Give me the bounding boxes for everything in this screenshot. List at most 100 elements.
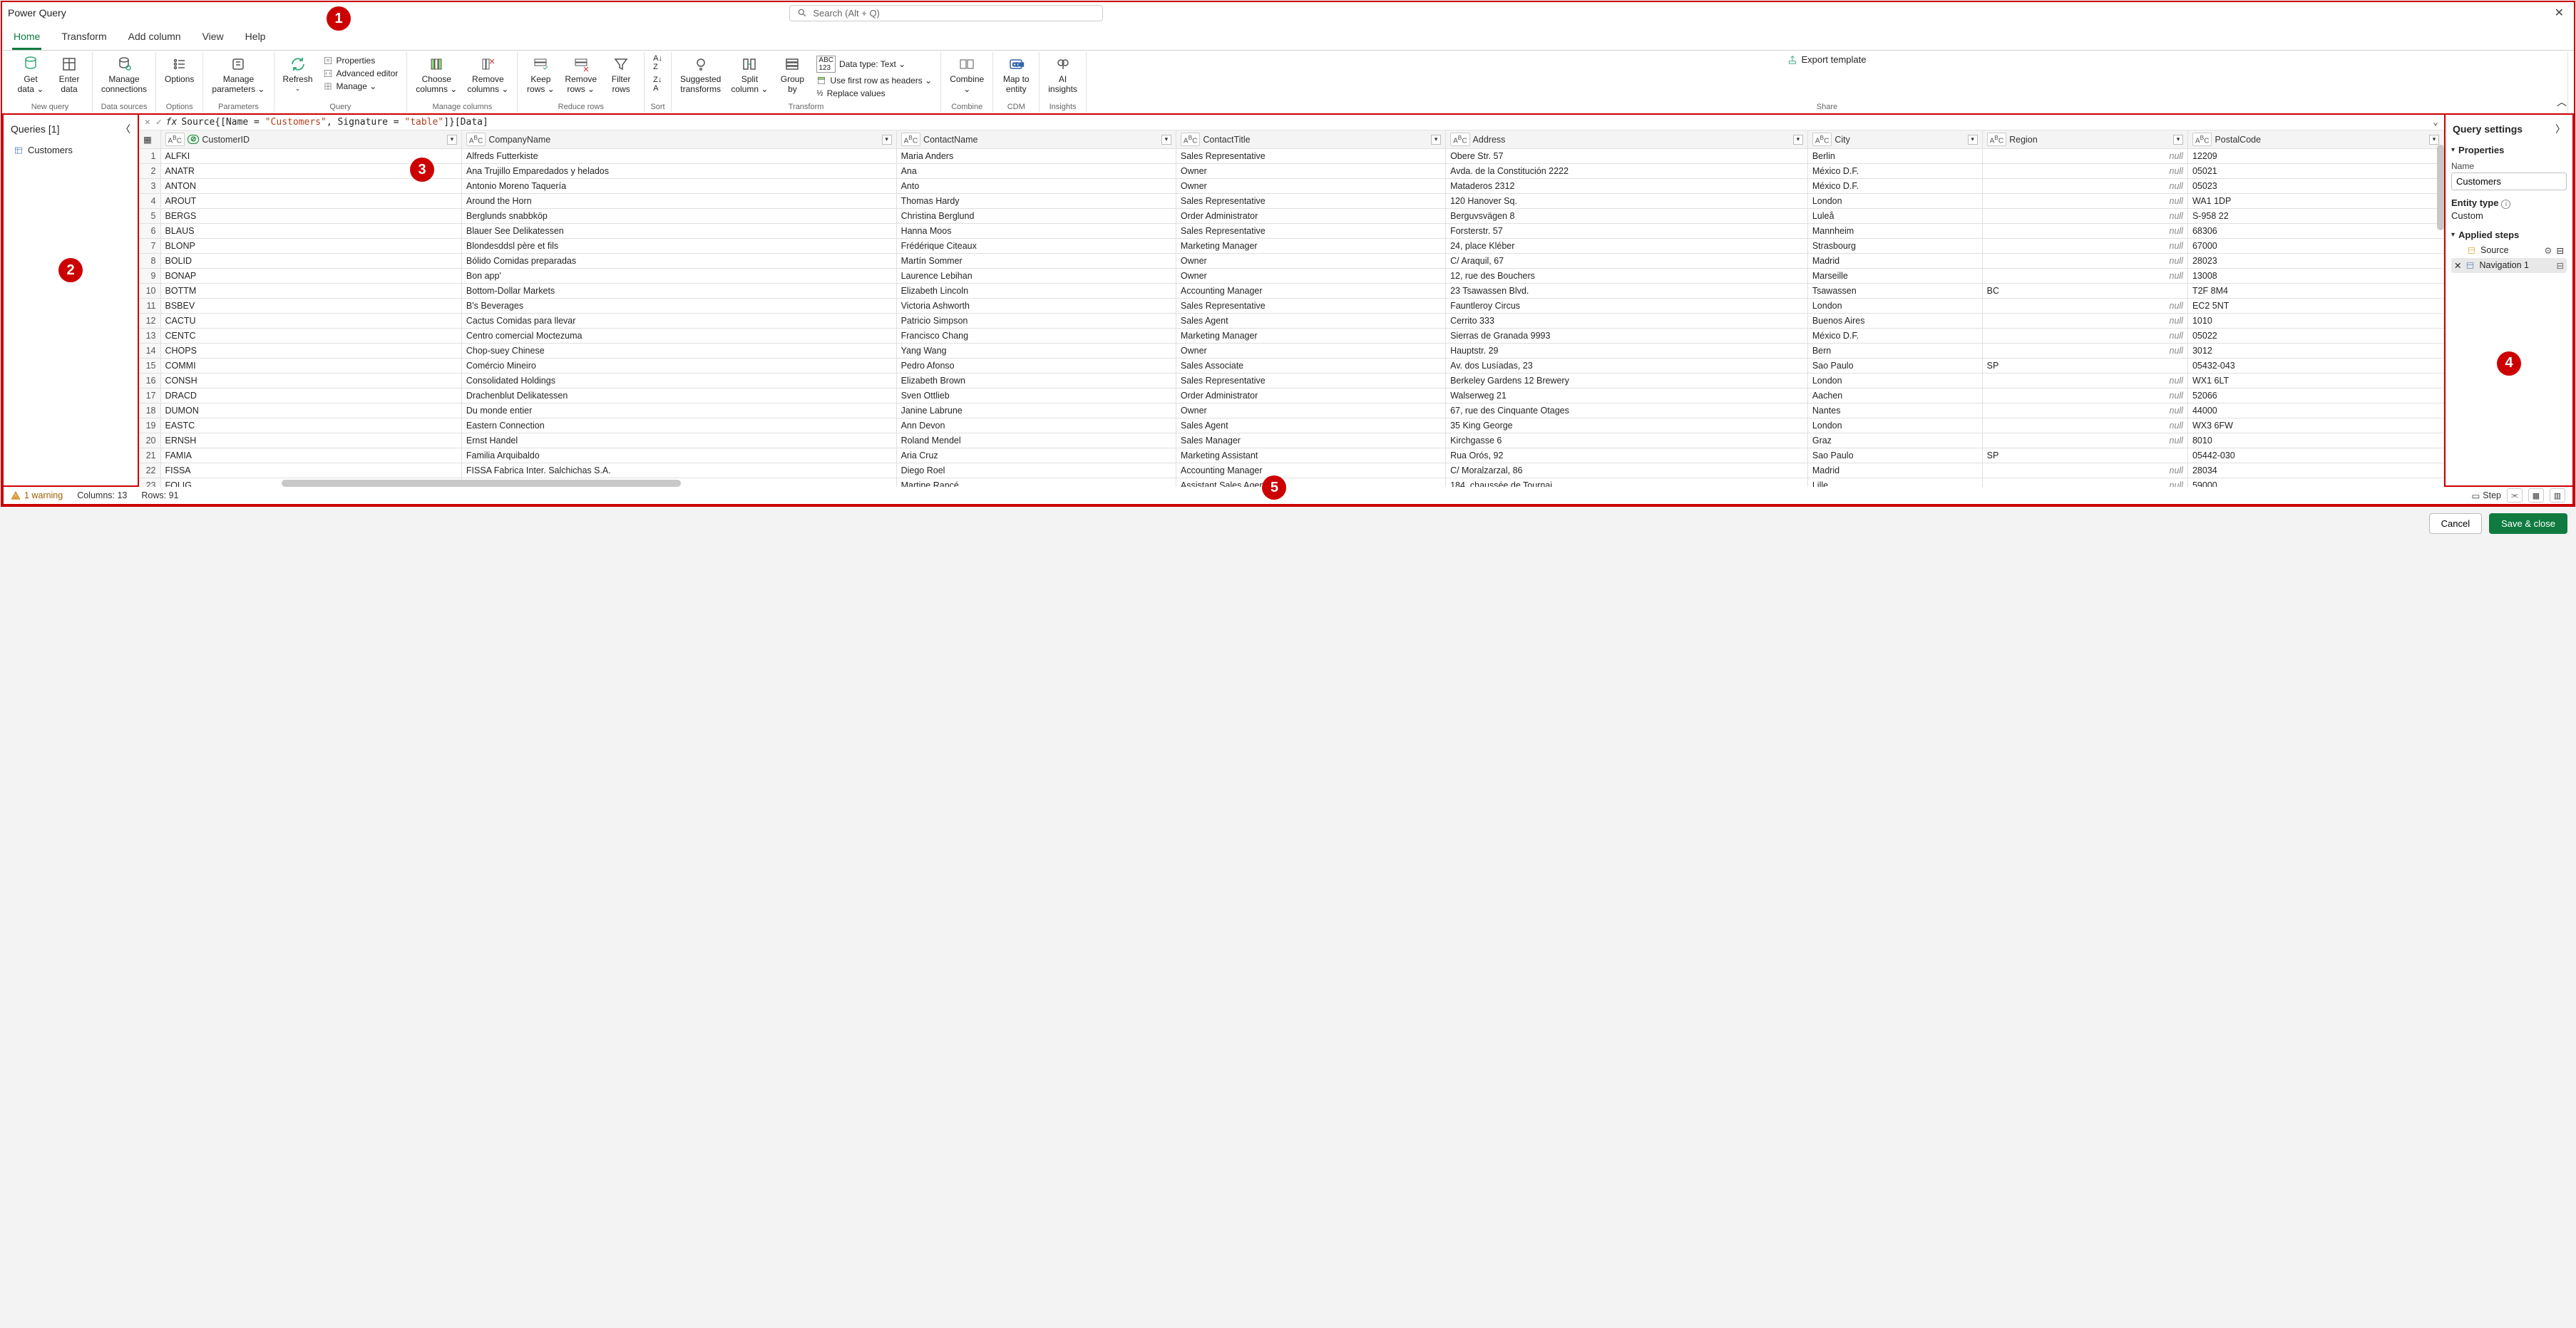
options-button[interactable]: Options — [162, 53, 197, 86]
col-customerid[interactable]: ABC⊘CustomerID▾ — [160, 130, 461, 149]
suggested-transforms-button[interactable]: Suggested transforms — [677, 53, 724, 96]
row-number[interactable]: 10 — [139, 284, 160, 299]
enter-data-button[interactable]: Enter data — [52, 53, 86, 96]
cell[interactable]: Marketing Manager — [1176, 329, 1445, 344]
cell[interactable]: Familia Arquibaldo — [461, 448, 896, 463]
cell[interactable]: null — [1982, 403, 2187, 418]
cell[interactable]: Pedro Afonso — [896, 359, 1176, 374]
query-item-customers[interactable]: Customers — [9, 142, 132, 158]
cell[interactable]: Owner — [1176, 269, 1445, 284]
cell[interactable]: null — [1982, 329, 2187, 344]
cell[interactable]: null — [1982, 239, 2187, 254]
cell[interactable]: Strasbourg — [1807, 239, 1982, 254]
table-row[interactable]: 6BLAUSBlauer See DelikatessenHanna MoosS… — [139, 224, 2444, 239]
cell[interactable]: BOLID — [160, 254, 461, 269]
table-row[interactable]: 14CHOPSChop-suey ChineseYang WangOwnerHa… — [139, 344, 2444, 359]
cell[interactable]: CACTU — [160, 314, 461, 329]
keep-rows-button[interactable]: Keep rows ⌄ — [523, 53, 558, 96]
cell[interactable]: Sales Manager — [1176, 433, 1445, 448]
get-data-button[interactable]: Get data ⌄ — [14, 53, 48, 96]
cell[interactable]: 8010 — [2187, 433, 2443, 448]
cell[interactable]: Marseille — [1807, 269, 1982, 284]
table-row[interactable]: 7BLONPBlondesddsl père et filsFrédérique… — [139, 239, 2444, 254]
sort-desc-button[interactable]: Z↓A — [650, 75, 664, 93]
close-icon[interactable]: ✕ — [2550, 6, 2568, 20]
cell[interactable]: Du monde entier — [461, 403, 896, 418]
cell[interactable]: DUMON — [160, 403, 461, 418]
cell[interactable]: BERGS — [160, 209, 461, 224]
tab-view[interactable]: View — [201, 26, 225, 50]
cell[interactable]: Francisco Chang — [896, 329, 1176, 344]
tab-help[interactable]: Help — [244, 26, 267, 50]
cell[interactable]: Patricio Simpson — [896, 314, 1176, 329]
schema-view-button[interactable]: ▥ — [2550, 488, 2565, 503]
cell[interactable]: CONSH — [160, 374, 461, 388]
cell[interactable]: London — [1807, 194, 1982, 209]
manage-connections-button[interactable]: Manage connections — [98, 53, 150, 96]
cell[interactable]: Ana — [896, 164, 1176, 179]
remove-columns-button[interactable]: Remove columns ⌄ — [464, 53, 511, 96]
cell[interactable]: null — [1982, 269, 2187, 284]
cell[interactable]: WX3 6FW — [2187, 418, 2443, 433]
cell[interactable]: BC — [1982, 284, 2187, 299]
cell[interactable]: BLAUS — [160, 224, 461, 239]
remove-rows-button[interactable]: Remove rows ⌄ — [562, 53, 600, 96]
cell[interactable]: Comércio Mineiro — [461, 359, 896, 374]
cell[interactable]: Martín Sommer — [896, 254, 1176, 269]
table-row[interactable]: 17DRACDDrachenblut DelikatessenSven Ottl… — [139, 388, 2444, 403]
cell[interactable]: Sales Agent — [1176, 314, 1445, 329]
table-row[interactable]: 21FAMIAFamilia ArquibaldoAria CruzMarket… — [139, 448, 2444, 463]
cell[interactable]: Christina Berglund — [896, 209, 1176, 224]
cell[interactable]: FISSA Fabrica Inter. Salchichas S.A. — [461, 463, 896, 478]
cell[interactable]: 05432-043 — [2187, 359, 2443, 374]
cell[interactable]: WX1 6LT — [2187, 374, 2443, 388]
cell[interactable]: Sales Representative — [1176, 224, 1445, 239]
table-row[interactable]: 12CACTUCactus Comidas para llevarPatrici… — [139, 314, 2444, 329]
cell[interactable]: Yang Wang — [896, 344, 1176, 359]
row-number[interactable]: 23 — [139, 478, 160, 487]
cell[interactable]: Forsterstr. 57 — [1446, 224, 1808, 239]
cell[interactable]: null — [1982, 344, 2187, 359]
table-row[interactable]: 4AROUTAround the HornThomas HardySales R… — [139, 194, 2444, 209]
select-all-corner[interactable]: ▦ — [139, 130, 160, 149]
cell[interactable]: Ann Devon — [896, 418, 1176, 433]
cell[interactable]: Fauntleroy Circus — [1446, 299, 1808, 314]
cell[interactable]: México D.F. — [1807, 179, 1982, 194]
row-number[interactable]: 6 — [139, 224, 160, 239]
manage-parameters-button[interactable]: Manage parameters ⌄ — [209, 53, 267, 96]
cell[interactable]: Marketing Manager — [1176, 239, 1445, 254]
cell[interactable]: ANTON — [160, 179, 461, 194]
cell[interactable]: Drachenblut Delikatessen — [461, 388, 896, 403]
warning-indicator[interactable]: 1 warning — [11, 490, 63, 500]
save-close-button[interactable]: Save & close — [2489, 513, 2567, 534]
cell[interactable]: 120 Hanover Sq. — [1446, 194, 1808, 209]
fx-icon[interactable]: fx — [166, 117, 178, 128]
cell[interactable]: null — [1982, 433, 2187, 448]
collapse-queries-icon[interactable]: 〈 — [120, 122, 130, 136]
cell[interactable]: Kirchgasse 6 — [1446, 433, 1808, 448]
ribbon-collapse-button[interactable]: ︿ — [2557, 95, 2567, 109]
vertical-scrollbar[interactable] — [2437, 145, 2444, 230]
cell[interactable]: C/ Moralzarzal, 86 — [1446, 463, 1808, 478]
cell[interactable]: BSBEV — [160, 299, 461, 314]
table-row[interactable]: 8BOLIDBólido Comidas preparadasMartín So… — [139, 254, 2444, 269]
cell[interactable]: null — [1982, 463, 2187, 478]
cell[interactable]: Bólido Comidas preparadas — [461, 254, 896, 269]
cell[interactable]: 59000 — [2187, 478, 2443, 487]
cell[interactable]: DRACD — [160, 388, 461, 403]
cell[interactable]: Bottom-Dollar Markets — [461, 284, 896, 299]
cell[interactable]: 3012 — [2187, 344, 2443, 359]
cell[interactable]: México D.F. — [1807, 164, 1982, 179]
cell[interactable]: CHOPS — [160, 344, 461, 359]
cell[interactable]: 05022 — [2187, 329, 2443, 344]
cell[interactable]: Tsawassen — [1807, 284, 1982, 299]
cell[interactable]: Av. dos Lusíadas, 23 — [1446, 359, 1808, 374]
cell[interactable]: 52066 — [2187, 388, 2443, 403]
cell[interactable]: London — [1807, 418, 1982, 433]
table-row[interactable]: 19EASTCEastern ConnectionAnn DevonSales … — [139, 418, 2444, 433]
advanced-editor-button[interactable]: Advanced editor — [320, 68, 401, 79]
formula-bar[interactable]: ✕ ✓ fx Source{[Name = "Customers", Signa… — [139, 115, 2444, 130]
cell[interactable]: Nantes — [1807, 403, 1982, 418]
cell[interactable]: null — [1982, 299, 2187, 314]
refresh-button[interactable]: Refresh⌄ — [280, 53, 316, 93]
